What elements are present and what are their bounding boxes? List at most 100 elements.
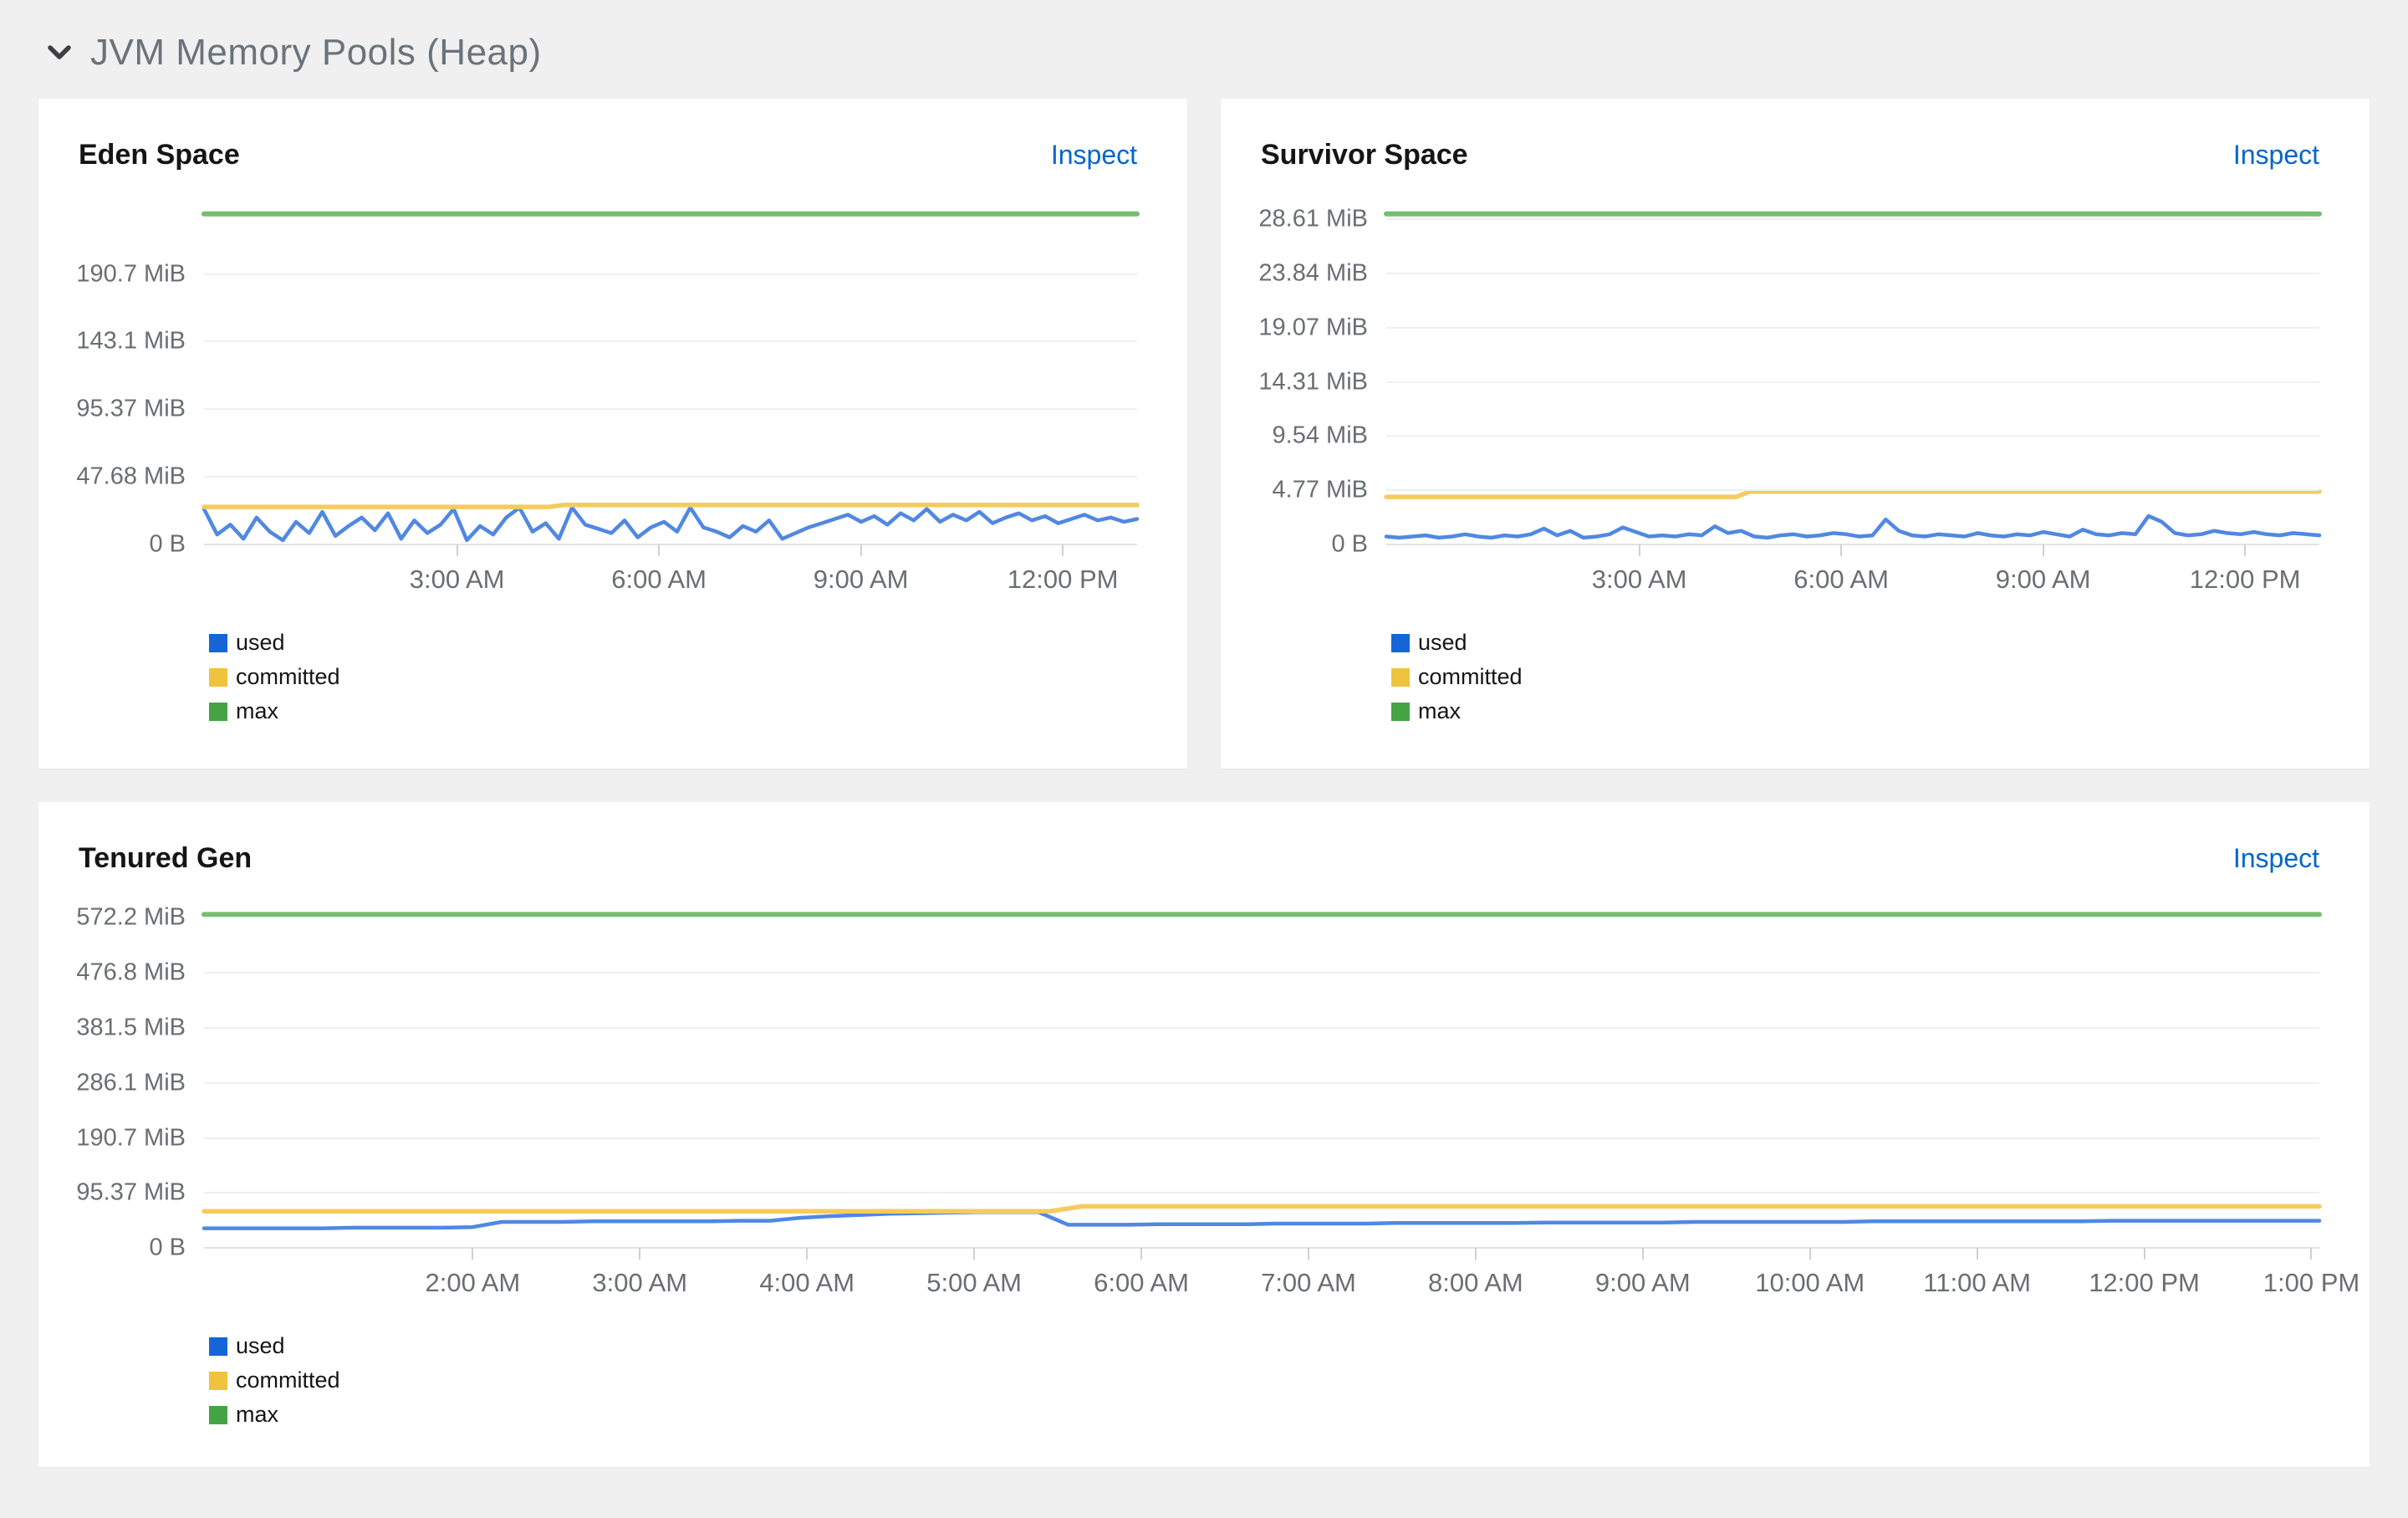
x-axis-label: 6:00 AM bbox=[1793, 565, 1889, 594]
legend-swatch-max bbox=[209, 702, 227, 721]
committed-series-line bbox=[204, 1206, 2319, 1211]
x-axis-tick bbox=[2244, 544, 2247, 556]
legend-swatch-committed bbox=[209, 667, 227, 687]
y-axis-label: 14.31 MiB bbox=[1258, 368, 1368, 396]
legend-swatch-used bbox=[209, 1337, 227, 1356]
panel-header: Survivor Space Inspect bbox=[1261, 139, 2319, 171]
used-series-line bbox=[204, 508, 1137, 540]
plot-area[interactable] bbox=[204, 208, 1137, 545]
x-axis-tick bbox=[658, 544, 661, 556]
gridline bbox=[204, 1192, 2319, 1194]
y-axis-label: 572.2 MiB bbox=[76, 903, 186, 931]
legend-swatch-used bbox=[1391, 633, 1410, 652]
x-axis-label: 2:00 AM bbox=[425, 1268, 521, 1297]
x-axis-tick bbox=[456, 544, 458, 556]
y-axis-label: 0 B bbox=[149, 530, 186, 558]
panel-title: Survivor Space bbox=[1261, 139, 1468, 171]
gridline bbox=[204, 1137, 2319, 1139]
y-axis-label: 95.37 MiB bbox=[76, 395, 186, 422]
chart-tenured-gen: 0 B 95.37 MiB 190.7 MiB 286.1 MiB 381.5 MiB 4… bbox=[76, 904, 2360, 1320]
x-axis-label: 3:00 AM bbox=[1591, 565, 1687, 594]
x-axis-tick bbox=[1809, 1248, 1811, 1260]
y-axis-label: 4.77 MiB bbox=[1272, 476, 1368, 503]
y-axis-label: 381.5 MiB bbox=[76, 1014, 186, 1041]
x-axis-label: 12:00 PM bbox=[2189, 565, 2301, 594]
gridline bbox=[1386, 327, 2319, 329]
legend-item-committed: committed bbox=[1391, 664, 2319, 690]
legend-swatch-committed bbox=[209, 1371, 227, 1390]
x-axis-tick bbox=[2042, 544, 2044, 556]
x-axis-tick bbox=[2310, 1248, 2313, 1260]
legend-swatch-used bbox=[209, 633, 227, 652]
legend-label: used bbox=[236, 1333, 285, 1358]
x-axis-label: 11:00 AM bbox=[1923, 1268, 2031, 1297]
x-axis-tick bbox=[1307, 1248, 1309, 1260]
x-axis-label: 4:00 AM bbox=[759, 1268, 855, 1297]
section-title: JVM Memory Pools (Heap) bbox=[90, 32, 542, 73]
committed-series-line bbox=[1386, 492, 2319, 497]
y-axis-label: 476.8 MiB bbox=[76, 958, 186, 986]
x-axis-label: 10:00 AM bbox=[1755, 1268, 1865, 1297]
x-axis-tick bbox=[1641, 1248, 1644, 1260]
panel-tenured-gen: Tenured Gen Inspect 0 B 95.37 MiB 190.7 Mi… bbox=[38, 802, 2370, 1467]
gridline bbox=[1386, 273, 2319, 275]
x-axis-tick bbox=[639, 1248, 641, 1260]
x-axis-tick bbox=[1474, 1248, 1477, 1260]
committed-series-line bbox=[204, 505, 1137, 507]
y-axis: 0 B 47.68 MiB 95.37 MiB 143.1 MiB 190.7 MiB bbox=[76, 208, 186, 557]
gridline bbox=[204, 1026, 2319, 1029]
used-series-line bbox=[204, 1212, 2319, 1228]
gridline bbox=[204, 972, 2319, 974]
inspect-link[interactable]: Inspect bbox=[1051, 140, 1137, 171]
x-axis-label: 7:00 AM bbox=[1261, 1268, 1356, 1297]
y-axis-label: 0 B bbox=[149, 1234, 186, 1261]
x-axis-label: 9:00 AM bbox=[813, 565, 909, 594]
used-series-line bbox=[1386, 516, 2319, 538]
gridline bbox=[204, 1081, 2319, 1084]
x-axis: 3:00 AM 6:00 AM 9:00 AM 12:00 PM bbox=[329, 544, 1137, 616]
y-axis-label: 23.84 MiB bbox=[1258, 259, 1368, 287]
plot-area[interactable] bbox=[1386, 208, 2319, 545]
x-axis-tick bbox=[472, 1248, 474, 1260]
gridline bbox=[204, 476, 1137, 478]
panel-title: Eden Space bbox=[79, 139, 240, 171]
panel-row-bottom: Tenured Gen Inspect 0 B 95.37 MiB 190.7 Mi… bbox=[38, 802, 2370, 1467]
legend-label: max bbox=[236, 1402, 279, 1427]
panel-eden-space: Eden Space Inspect 0 B 47.68 MiB 95.37 MiB… bbox=[38, 99, 1187, 769]
legend: used committed max bbox=[209, 1333, 2319, 1428]
gridline bbox=[204, 340, 1137, 343]
legend-item-used: used bbox=[209, 630, 1137, 656]
gridline bbox=[204, 917, 2319, 919]
x-axis-label: 3:00 AM bbox=[592, 1268, 688, 1297]
panel-row-top: Eden Space Inspect 0 B 47.68 MiB 95.37 MiB… bbox=[38, 99, 2370, 769]
x-axis-tick bbox=[806, 1248, 809, 1260]
panel-title: Tenured Gen bbox=[79, 842, 253, 874]
legend-item-committed: committed bbox=[209, 1367, 2319, 1393]
x-axis-tick bbox=[973, 1248, 976, 1260]
legend-swatch-committed bbox=[1391, 667, 1410, 687]
legend-swatch-max bbox=[209, 1405, 227, 1424]
x-axis-tick bbox=[1062, 544, 1064, 556]
inspect-link[interactable]: Inspect bbox=[2233, 843, 2319, 874]
y-axis-label: 190.7 MiB bbox=[76, 260, 186, 288]
x-axis: 2:00 AM 3:00 AM 4:00 AM 5:00 AM 6:00 AM 7:00 … bbox=[329, 1248, 2360, 1320]
x-axis-label: 6:00 AM bbox=[611, 565, 707, 594]
x-axis-tick bbox=[860, 544, 862, 556]
gridline bbox=[1386, 381, 2319, 383]
panel-header: Tenured Gen Inspect bbox=[79, 842, 2319, 875]
gridline bbox=[204, 273, 1137, 275]
x-axis-tick bbox=[1638, 544, 1640, 556]
legend: used committed max bbox=[209, 630, 1137, 724]
x-axis-tick bbox=[1976, 1248, 1978, 1260]
legend-label: used bbox=[1418, 630, 1467, 655]
y-axis-label: 28.61 MiB bbox=[1258, 205, 1368, 233]
y-axis-label: 0 B bbox=[1331, 530, 1368, 558]
inspect-link[interactable]: Inspect bbox=[2233, 140, 2319, 171]
legend-item-max: max bbox=[209, 698, 1137, 724]
x-axis-label: 9:00 AM bbox=[1995, 565, 2091, 594]
panel-survivor-space: Survivor Space Inspect 0 B 4.77 MiB 9.54 M… bbox=[1221, 99, 2370, 769]
x-axis-label: 3:00 AM bbox=[409, 565, 505, 594]
plot-area[interactable] bbox=[204, 912, 2319, 1249]
chevron-down-icon[interactable] bbox=[47, 44, 90, 61]
legend-label: committed bbox=[1418, 664, 1523, 689]
